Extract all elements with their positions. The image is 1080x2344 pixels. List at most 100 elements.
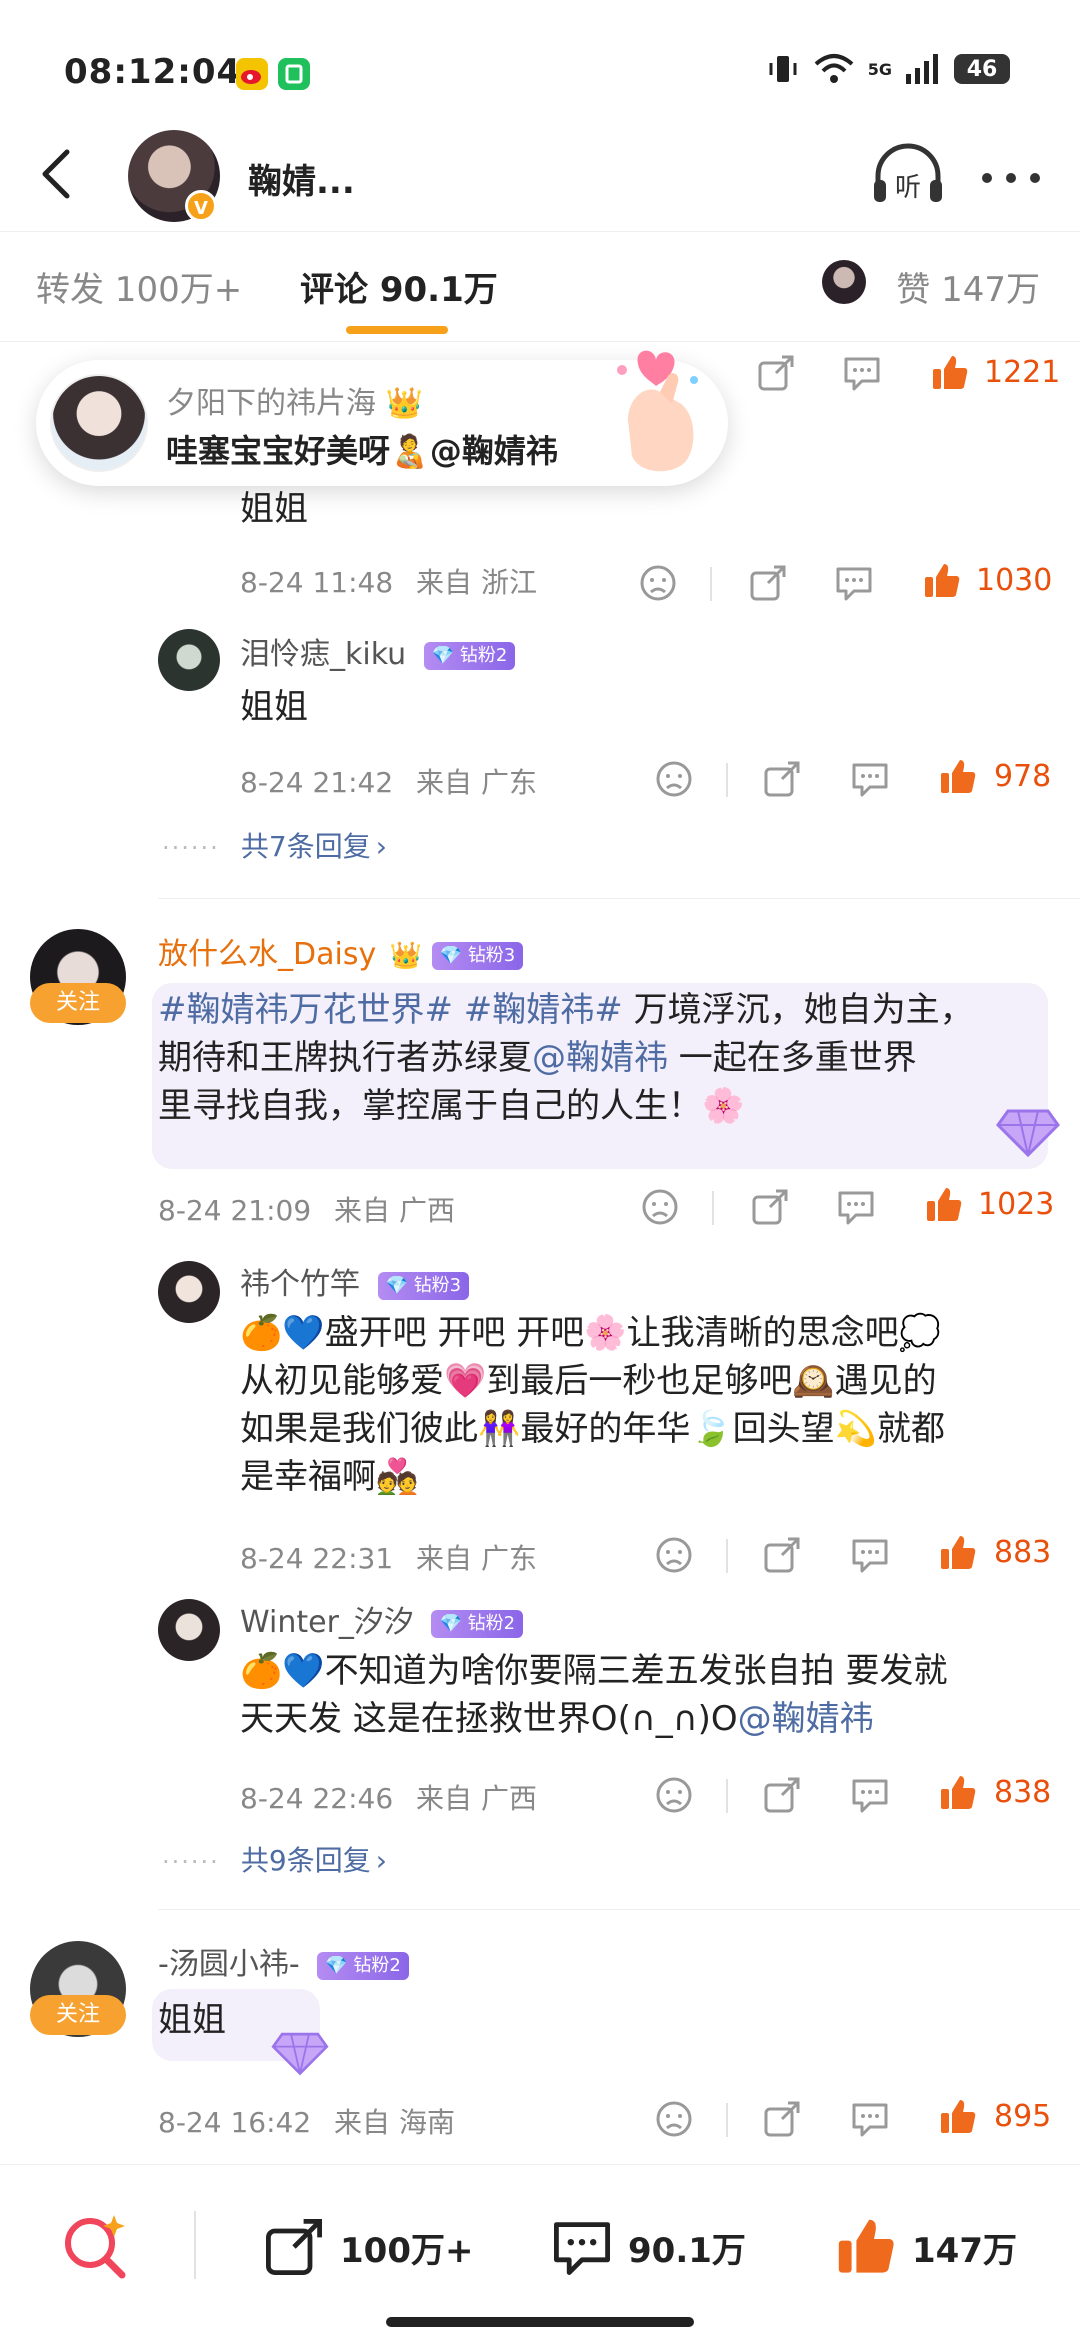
repost-icon[interactable]	[756, 353, 796, 393]
mention-link[interactable]: @鞠婧祎	[738, 1699, 874, 1739]
comment-icon[interactable]	[836, 1187, 876, 1227]
wifi-icon	[814, 54, 854, 83]
like-icon[interactable]	[930, 353, 970, 393]
comment-location: 来自 广西	[334, 1194, 455, 1227]
comment-time-text: 8-24 21:09	[158, 1194, 312, 1227]
repost-icon	[266, 2219, 322, 2275]
comment-author[interactable]: 放什么水_Daisy 👑 💎 钻粉3	[158, 929, 524, 973]
comment-icon[interactable]	[834, 563, 874, 603]
toast-text: 哇塞宝宝好美呀🧑‍🍼@鞠婧祎	[166, 432, 558, 470]
reply-text-line: 🍊💙不知道为啥你要隔三差五发张自拍 要发就	[240, 1651, 948, 1691]
home-indicator[interactable]	[386, 2317, 694, 2327]
like-icon[interactable]	[938, 2097, 978, 2137]
like-icon[interactable]	[924, 1185, 964, 1225]
repost-icon[interactable]	[762, 759, 802, 799]
listen-button[interactable]: 听	[870, 140, 946, 210]
reply-author-name: Winter_汐汐	[240, 1605, 414, 1640]
fan-badge: 💎 钻粉2	[423, 641, 516, 670]
separator	[726, 763, 728, 797]
network-type: 5G	[867, 59, 892, 79]
status-time: 08:12:04	[64, 52, 242, 92]
reply-time-text: 8-24 11:48	[240, 566, 394, 599]
comment-icon[interactable]	[842, 353, 882, 393]
diamond-icon	[271, 2032, 329, 2076]
tab-repost[interactable]: 转发 100万+	[36, 262, 242, 311]
like-total: 147万	[912, 2230, 1017, 2271]
comment-time: 8-24 16:42 来自 海南	[158, 2101, 455, 2141]
comment-icon[interactable]	[850, 1535, 890, 1575]
follow-button[interactable]: 关注	[30, 983, 126, 1023]
comment-feed: 1221 姐姐 8-24 11:48 来自 浙江 1030 泪怜痣_kiku 💎…	[0, 343, 1080, 2163]
separator	[726, 1539, 728, 1573]
like-icon[interactable]	[938, 1533, 978, 1573]
bottom-action-bar: 100万+ 90.1万 147万	[0, 2164, 1080, 2344]
user-avatar[interactable]	[158, 1599, 220, 1661]
like-count: 1030	[976, 563, 1053, 598]
tab-comment[interactable]: 评论 90.1万	[300, 262, 498, 311]
listen-label: 听	[895, 173, 921, 203]
repost-button[interactable]: 100万+	[262, 2215, 473, 2279]
fan-badge-label: 钻粉2	[459, 644, 508, 666]
more-replies-link[interactable]: ······ 共9条回复 ›	[162, 1839, 387, 1879]
topic-link[interactable]: #鞠婧祎万花世界# #鞠婧祎#	[158, 990, 623, 1030]
user-avatar[interactable]	[158, 629, 220, 691]
chevron-right-icon: ›	[375, 1844, 387, 1877]
dot-icon	[1030, 173, 1040, 183]
dislike-icon[interactable]	[654, 1535, 694, 1575]
diamond-icon	[996, 1109, 1060, 1158]
comment-icon[interactable]	[850, 759, 890, 799]
reply-author-name: 泪怜痣_kiku	[240, 637, 407, 672]
dislike-icon[interactable]	[654, 1775, 694, 1815]
like-button[interactable]: 147万	[834, 2215, 1017, 2279]
reply-text-line: 如果是我们彼此👭最好的年华🍃回头望💫就都	[240, 1409, 946, 1449]
comment-time: 8-24 21:09 来自 广西	[158, 1189, 455, 1229]
repost-icon[interactable]	[750, 1187, 790, 1227]
reply-author[interactable]: 祎个竹竿 💎 钻粉3	[240, 1259, 470, 1303]
reply-text-line: 从初见能够爱💗到最后一秒也足够吧🕰️遇见的	[240, 1361, 937, 1401]
follow-button[interactable]: 关注	[30, 1995, 126, 2035]
dislike-icon[interactable]	[638, 563, 678, 603]
more-replies-link[interactable]: ······ 共7条回复 ›	[162, 825, 387, 865]
reply-time: 8-24 22:31 来自 广东	[240, 1537, 537, 1577]
dislike-icon[interactable]	[654, 2099, 694, 2139]
like-icon[interactable]	[938, 757, 978, 797]
crown-icon: 👑	[385, 386, 423, 421]
repost-icon[interactable]	[762, 1535, 802, 1575]
separator	[726, 2103, 728, 2137]
fan-badge-label: 钻粉2	[467, 1612, 516, 1634]
page-title[interactable]: 鞠婧...	[248, 154, 355, 203]
comment-author[interactable]: -汤圆小祎- 💎 钻粉2	[158, 1939, 409, 1983]
like-icon[interactable]	[938, 1773, 978, 1813]
repost-icon[interactable]	[762, 1775, 802, 1815]
like-icon[interactable]	[922, 561, 962, 601]
comment-text-part: 一起在多重世界	[668, 1038, 917, 1078]
repost-icon[interactable]	[762, 2099, 802, 2139]
repost-icon[interactable]	[748, 563, 788, 603]
more-replies-label: 共7条回复	[240, 830, 371, 863]
user-avatar[interactable]	[158, 1261, 220, 1323]
comment-icon[interactable]	[850, 2099, 890, 2139]
separator	[194, 2211, 196, 2279]
dot-icon	[982, 173, 992, 183]
more-options-button[interactable]	[976, 148, 1046, 208]
repost-count: 100万+	[340, 2230, 474, 2271]
search-button[interactable]	[60, 2211, 130, 2281]
comment-count: 90.1万	[628, 2230, 746, 2271]
back-button[interactable]	[26, 144, 86, 204]
headphones-icon: 听	[874, 143, 942, 203]
toast-avatar	[50, 374, 148, 472]
comment-text-part: 里寻找自我，掌控属于自己的人生！🌸	[158, 1086, 745, 1126]
tab-like[interactable]: 赞 147万	[896, 262, 1040, 311]
comment-text: 姐姐	[158, 2000, 226, 2040]
comment-button[interactable]: 90.1万	[550, 2215, 746, 2279]
fan-badge: 💎 钻粉3	[377, 1271, 470, 1300]
toast-author: 夕阳下的祎片海 👑	[166, 378, 423, 422]
reply-author[interactable]: 泪怜痣_kiku 💎 钻粉2	[240, 629, 516, 673]
dislike-icon[interactable]	[640, 1187, 680, 1227]
dislike-icon[interactable]	[654, 759, 694, 799]
reply-author[interactable]: Winter_汐汐 💎 钻粉2	[240, 1597, 524, 1641]
comment-icon[interactable]	[850, 1775, 890, 1815]
comment-location: 来自 海南	[334, 2106, 455, 2139]
mention-link[interactable]: @鞠婧祎	[532, 1038, 668, 1078]
search-icon	[65, 2215, 126, 2279]
